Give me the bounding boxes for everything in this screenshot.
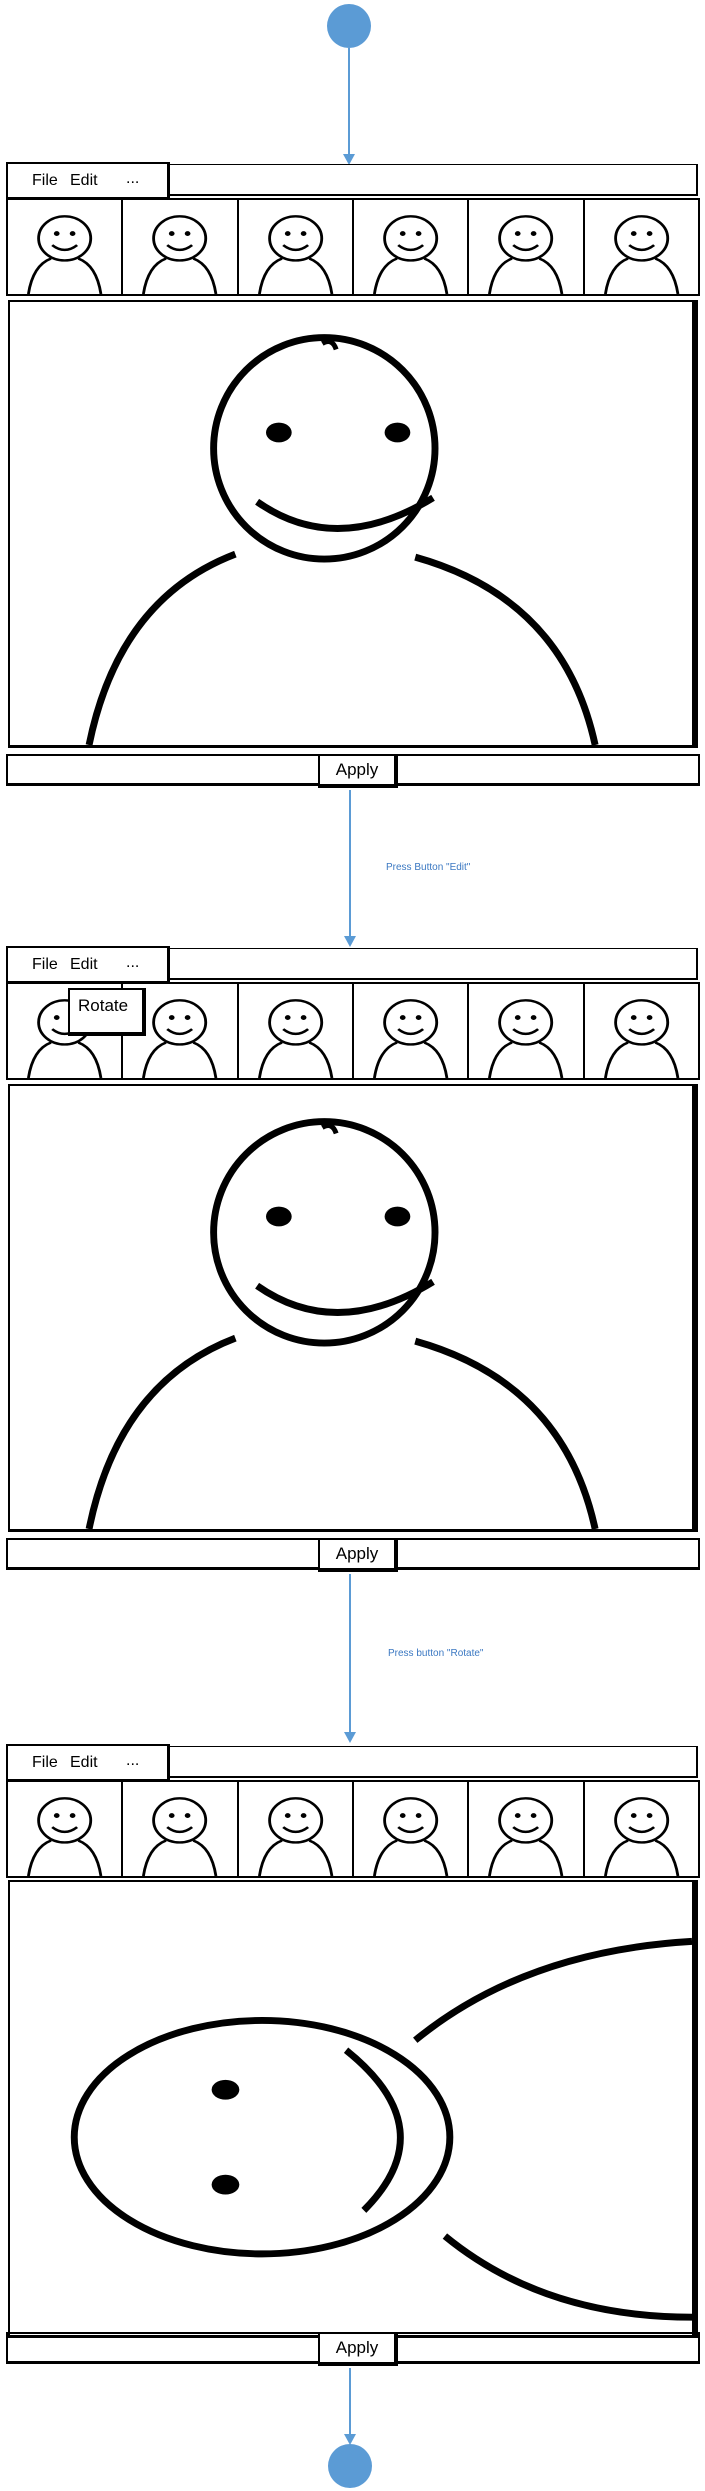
thumbnail-item[interactable] xyxy=(585,984,698,1078)
edge-label-edit: Press Button "Edit" xyxy=(386,862,471,873)
person-thumbnail-icon xyxy=(142,215,218,294)
main-image-canvas xyxy=(8,1880,698,2338)
thumbnail-item[interactable] xyxy=(8,1782,124,1876)
menu-group: File Edit ... xyxy=(6,946,170,984)
edge-label-rotate: Press button "Rotate" xyxy=(388,1648,484,1659)
main-image-canvas xyxy=(8,1084,698,1532)
flow-arrow-line xyxy=(349,1574,351,1734)
thumbnail-item[interactable] xyxy=(585,200,698,294)
person-thumbnail-icon xyxy=(257,1797,333,1876)
menu-more[interactable]: ... xyxy=(126,170,139,188)
person-figure-icon xyxy=(85,334,599,745)
thumbnail-item[interactable] xyxy=(123,1782,239,1876)
person-thumbnail-icon xyxy=(372,999,449,1078)
person-thumbnail-icon xyxy=(26,215,103,294)
person-thumbnail-icon xyxy=(603,999,679,1078)
thumbnail-item[interactable] xyxy=(585,1782,698,1876)
person-thumbnail-icon xyxy=(257,215,333,294)
flow-arrowhead xyxy=(344,936,356,947)
menu-file[interactable]: File xyxy=(32,956,58,974)
thumbnail-item[interactable] xyxy=(239,984,354,1078)
rotate-menu-item[interactable]: Rotate xyxy=(68,988,146,1036)
menu-edit[interactable]: Edit xyxy=(70,172,98,190)
thumbnail-item[interactable] xyxy=(469,1782,585,1876)
main-image-canvas xyxy=(8,300,698,748)
ui-frame-1: File Edit ... Apply xyxy=(0,162,705,790)
menu-group: File Edit ... xyxy=(6,1744,170,1782)
apply-button[interactable]: Apply xyxy=(318,754,398,788)
person-thumbnail-icon xyxy=(372,215,449,294)
menu-edit[interactable]: Edit xyxy=(70,956,98,974)
apply-button[interactable]: Apply xyxy=(318,2332,398,2366)
person-rotated-figure-icon xyxy=(70,1937,692,2321)
person-thumbnail-icon xyxy=(142,1797,218,1876)
person-figure-icon xyxy=(85,1118,599,1529)
apply-bar: Apply xyxy=(6,2332,700,2366)
thumbnail-strip xyxy=(6,1780,700,1878)
person-thumbnail-icon xyxy=(603,215,679,294)
start-node xyxy=(327,4,371,48)
flow-arrowhead xyxy=(344,1732,356,1743)
menu-more[interactable]: ... xyxy=(126,954,139,972)
person-thumbnail-icon xyxy=(488,1797,564,1876)
apply-bar: Apply xyxy=(6,754,700,788)
thumbnail-item[interactable] xyxy=(8,200,124,294)
flow-arrow-line xyxy=(349,790,351,938)
thumbnail-item[interactable] xyxy=(239,200,354,294)
ui-frame-2: File Edit ... Apply Rotate xyxy=(0,946,705,1574)
menu-file[interactable]: File xyxy=(32,172,58,190)
person-thumbnail-icon xyxy=(26,1797,103,1876)
person-thumbnail-icon xyxy=(488,999,564,1078)
person-thumbnail-icon xyxy=(488,215,564,294)
thumbnail-item[interactable] xyxy=(354,200,470,294)
person-thumbnail-icon xyxy=(603,1797,679,1876)
thumbnail-item[interactable] xyxy=(239,1782,354,1876)
thumbnail-item[interactable] xyxy=(354,984,470,1078)
end-node xyxy=(328,2444,372,2488)
apply-button[interactable]: Apply xyxy=(318,1538,398,1572)
thumbnail-item[interactable] xyxy=(469,200,585,294)
thumbnail-item[interactable] xyxy=(469,984,585,1078)
ui-frame-3: File Edit ... Apply xyxy=(0,1744,705,2372)
flow-arrow-line xyxy=(348,48,350,156)
menu-group: File Edit ... xyxy=(6,162,170,200)
flow-arrow-line xyxy=(349,2368,351,2438)
thumbnail-strip xyxy=(6,198,700,296)
menu-edit[interactable]: Edit xyxy=(70,1754,98,1772)
menu-file[interactable]: File xyxy=(32,1754,58,1772)
menu-more[interactable]: ... xyxy=(126,1752,139,1770)
thumbnail-item[interactable] xyxy=(123,200,239,294)
person-thumbnail-icon xyxy=(372,1797,449,1876)
thumbnail-item[interactable] xyxy=(354,1782,470,1876)
apply-bar: Apply xyxy=(6,1538,700,1572)
person-thumbnail-icon xyxy=(257,999,333,1078)
